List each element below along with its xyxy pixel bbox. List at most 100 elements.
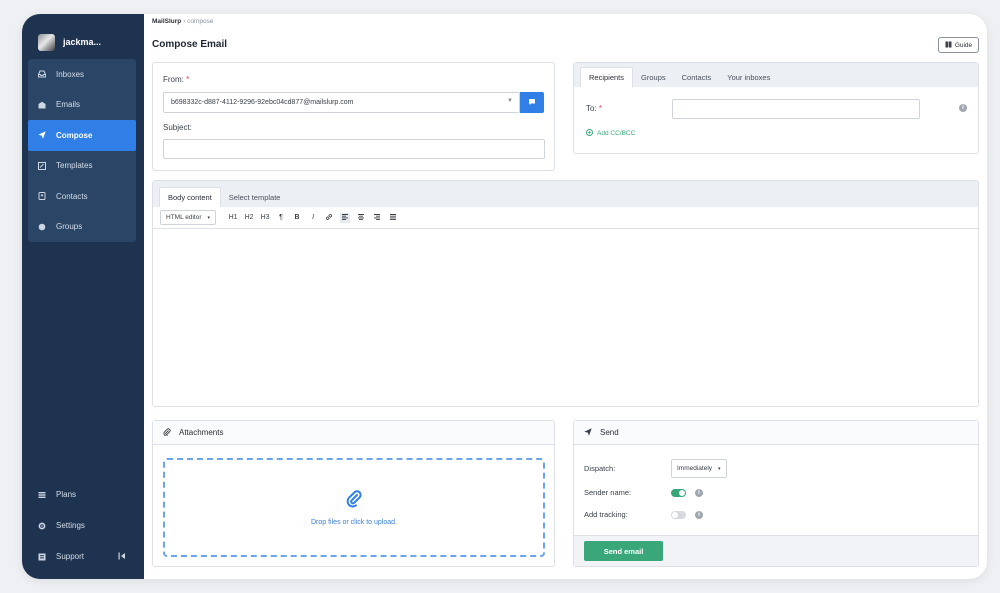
sidebar-item-groups[interactable]: Groups <box>28 212 136 243</box>
contacts-icon <box>38 192 46 201</box>
sidebar-item-label: Support <box>56 552 85 561</box>
tracking-label: Add tracking: <box>584 510 628 519</box>
tab-contacts[interactable]: Contacts <box>674 67 720 87</box>
dispatch-select[interactable]: Immediately ▾ <box>671 459 727 478</box>
sidebar-item-inboxes[interactable]: Inboxes <box>28 59 136 90</box>
breadcrumb: MailSlurp › compose <box>152 18 213 25</box>
align-justify-icon[interactable] <box>388 213 398 223</box>
breadcrumb-root[interactable]: MailSlurp <box>152 18 181 25</box>
send-email-button[interactable]: Send email <box>584 541 663 561</box>
guide-label: Guide <box>954 41 973 49</box>
info-icon[interactable]: i <box>695 488 703 497</box>
editor-toolbar: HTML editor ▾ H1 H2 H3 ¶ B I <box>153 207 978 229</box>
main-content: MailSlurp › compose Compose Email Guide … <box>144 14 987 579</box>
sidebar-item-label: Settings <box>56 521 85 530</box>
bold-icon[interactable]: B <box>292 214 302 221</box>
sidebar-item-label: Plans <box>56 490 77 499</box>
tab-recipients[interactable]: Recipients <box>580 67 634 87</box>
avatar <box>38 33 55 51</box>
sidebar: jackma... Inboxes Emails Compose Templat… <box>22 14 144 579</box>
attachments-title: Attachments <box>179 428 224 437</box>
app-window: jackma... Inboxes Emails Compose Templat… <box>22 14 987 579</box>
italic-icon[interactable]: I <box>308 214 318 221</box>
paperclip-icon <box>163 427 171 438</box>
sidebar-item-support[interactable]: Support <box>28 541 136 572</box>
paragraph-icon[interactable]: ¶ <box>276 214 286 221</box>
sidebar-nav: Inboxes Emails Compose Templates Contact… <box>28 59 136 242</box>
align-left-icon[interactable] <box>340 212 351 223</box>
editor-panel: Body content Select template HTML editor… <box>152 180 979 407</box>
sidebar-item-label: Inboxes <box>56 69 85 79</box>
subject-input[interactable] <box>163 139 545 159</box>
tab-body-content[interactable]: Body content <box>159 187 221 207</box>
page-title: Compose Email <box>152 39 228 50</box>
h1-button[interactable]: H1 <box>228 214 238 221</box>
sidebar-item-emails[interactable]: Emails <box>28 90 136 121</box>
tracking-row: Add tracking: i <box>584 510 703 519</box>
chevron-down-icon: ▼ <box>507 98 513 104</box>
collapse-sidebar-icon[interactable] <box>118 552 126 562</box>
dispatch-label: Dispatch: <box>584 464 616 473</box>
to-input[interactable] <box>672 99 920 119</box>
sidebar-item-label: Compose <box>56 130 93 140</box>
user-menu[interactable]: jackma... <box>38 32 101 52</box>
sidebar-bottom-nav: Plans Settings Support <box>28 479 136 572</box>
add-cc-bcc-link[interactable]: Add CC/BCC <box>586 129 635 138</box>
sidebar-item-label: Groups <box>56 222 83 232</box>
plans-icon <box>38 491 46 499</box>
dropzone-text: Drop files or click to upload. <box>311 518 397 526</box>
gear-icon <box>38 522 46 530</box>
from-inbox-button[interactable] <box>520 92 544 113</box>
sidebar-item-plans[interactable]: Plans <box>28 479 136 510</box>
sender-name-toggle[interactable] <box>671 488 686 497</box>
file-dropzone[interactable]: Drop files or click to upload. <box>163 458 545 557</box>
tracking-toggle[interactable] <box>671 510 686 519</box>
tab-select-template[interactable]: Select template <box>221 187 289 207</box>
send-panel: Send Dispatch: Immediately ▾ Sender name… <box>573 420 979 567</box>
chevron-updown-icon: ▾ <box>718 465 721 472</box>
sidebar-item-compose[interactable]: Compose <box>28 120 136 151</box>
info-icon[interactable]: i <box>695 510 703 519</box>
tab-groups[interactable]: Groups <box>633 67 674 87</box>
align-center-icon[interactable] <box>356 213 366 223</box>
attachments-header: Attachments <box>153 421 554 445</box>
to-label: To: * <box>586 104 603 113</box>
book-icon <box>945 41 952 50</box>
recipients-panel: Recipients Groups Contacts Your inboxes … <box>573 62 979 154</box>
sidebar-item-templates[interactable]: Templates <box>28 151 136 182</box>
from-subject-panel: From: * b698332c-d887-4112-9296-92ebc04c… <box>152 62 555 171</box>
mail-icon <box>38 101 46 109</box>
from-select[interactable]: b698332c-d887-4112-9296-92ebc04cd877@mai… <box>163 92 520 113</box>
paperclip-icon <box>346 489 362 513</box>
send-title: Send <box>600 428 619 437</box>
breadcrumb-current: compose <box>187 18 214 25</box>
sender-name-row: Sender name: i <box>584 488 703 497</box>
groups-icon <box>38 223 46 231</box>
breadcrumb-separator: › <box>183 18 186 25</box>
align-right-icon[interactable] <box>372 213 382 223</box>
sidebar-item-label: Templates <box>56 161 93 171</box>
recipients-tabs: Recipients Groups Contacts Your inboxes <box>574 63 978 87</box>
guide-button[interactable]: Guide <box>938 37 979 53</box>
info-icon[interactable]: i <box>959 104 967 112</box>
sidebar-item-contacts[interactable]: Contacts <box>28 181 136 212</box>
send-icon <box>584 427 592 438</box>
plus-circle-icon <box>586 129 593 138</box>
h3-button[interactable]: H3 <box>260 214 270 221</box>
sidebar-item-settings[interactable]: Settings <box>28 510 136 541</box>
h2-button[interactable]: H2 <box>244 214 254 221</box>
link-icon[interactable] <box>324 213 334 223</box>
editor-mode-select[interactable]: HTML editor ▾ <box>160 210 217 225</box>
sender-name-label: Sender name: <box>584 488 632 497</box>
subject-label: Subject: <box>163 123 192 132</box>
from-value: b698332c-d887-4112-9296-92ebc04cd877@mai… <box>171 99 354 106</box>
sidebar-item-label: Contacts <box>56 191 88 201</box>
tab-your-inboxes[interactable]: Your inboxes <box>719 67 778 87</box>
editor-tabs: Body content Select template <box>153 181 978 207</box>
body-editor-area[interactable] <box>153 230 978 406</box>
attachments-panel: Attachments Drop files or click to uploa… <box>152 420 555 567</box>
inbox-icon <box>38 70 46 78</box>
support-icon <box>38 553 46 561</box>
dispatch-row: Dispatch: Immediately ▾ <box>584 459 733 478</box>
send-footer: Send email <box>574 535 978 566</box>
